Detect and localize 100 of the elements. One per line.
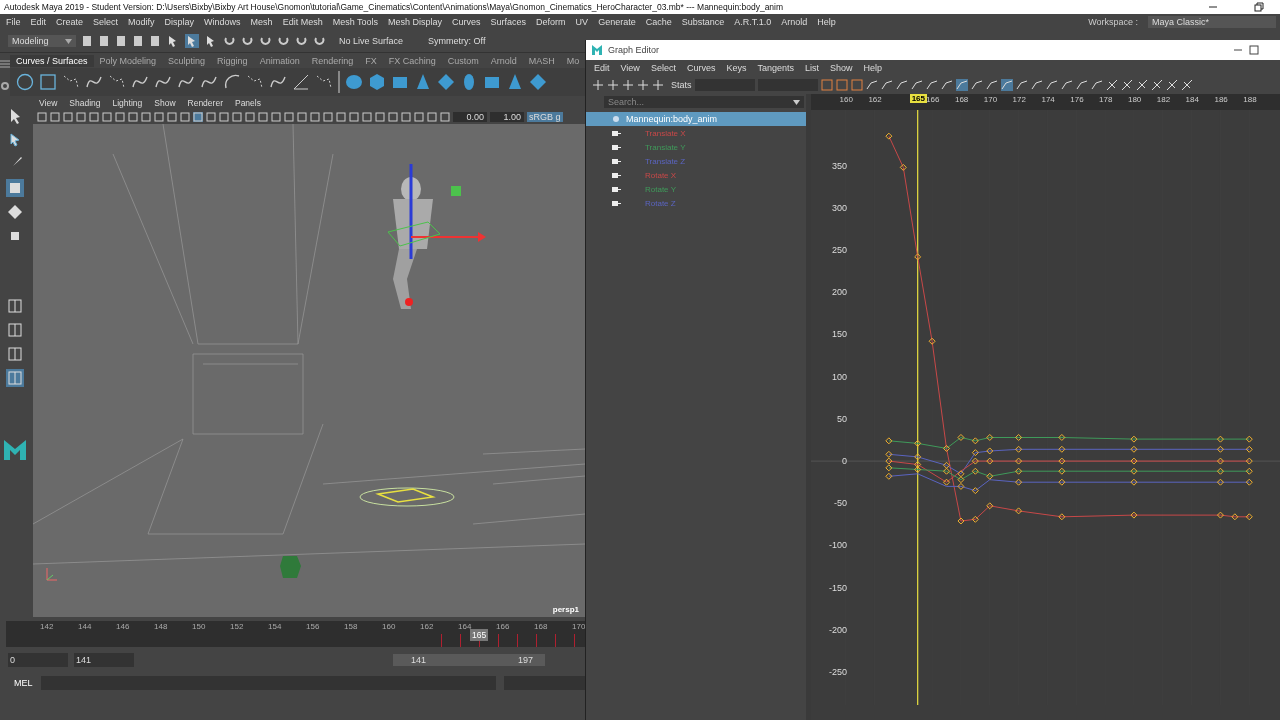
menu-item[interactable]: Curves — [686, 63, 716, 73]
tangent-icon[interactable] — [985, 79, 998, 91]
keyframe-point[interactable] — [971, 515, 979, 523]
menu-item[interactable]: Mesh Tools — [332, 17, 378, 27]
curve-option-icon[interactable] — [1180, 79, 1193, 91]
command-language-label[interactable]: MEL — [14, 678, 33, 688]
panel-tool-icon[interactable] — [193, 111, 203, 122]
graph-tool-icon[interactable] — [637, 79, 649, 91]
menu-item[interactable]: Create — [56, 17, 84, 27]
panel-tool-icon[interactable] — [115, 111, 125, 122]
keyframe-point[interactable] — [986, 447, 994, 455]
panel-tool-icon[interactable] — [141, 111, 151, 122]
panel-tool-icon[interactable] — [349, 111, 359, 122]
keyframe-point[interactable] — [885, 450, 893, 458]
shelf-tab[interactable]: Custom — [441, 54, 485, 67]
menu-item[interactable]: List — [804, 63, 819, 73]
keyframe-point[interactable] — [971, 449, 979, 457]
maximize-icon[interactable] — [1249, 45, 1259, 55]
live-surface-label[interactable]: No Live Surface — [339, 36, 404, 46]
start-frame-field[interactable]: 0 — [8, 653, 68, 667]
curve-option-icon[interactable] — [1105, 79, 1118, 91]
menu-item[interactable]: Surfaces — [490, 17, 527, 27]
keyframe-point[interactable] — [1130, 457, 1138, 465]
menu-item[interactable]: Keys — [726, 63, 747, 73]
tangent-icon[interactable] — [1090, 79, 1103, 91]
tangent-icon[interactable] — [955, 79, 968, 91]
keyframe-point[interactable] — [957, 433, 965, 441]
file-tool-icon[interactable] — [149, 35, 161, 47]
menu-item[interactable]: Mesh — [250, 17, 273, 27]
tangent-icon[interactable] — [1030, 79, 1043, 91]
keyframe-point[interactable] — [1058, 478, 1066, 486]
panel-menu-item[interactable]: Panels — [234, 98, 261, 108]
shelf-tab[interactable]: Curves / Surfaces — [10, 54, 94, 67]
graph-tool-icon[interactable] — [607, 79, 619, 91]
keyframe-point[interactable] — [1216, 467, 1224, 475]
keyframe-point[interactable] — [1130, 478, 1138, 486]
menu-item[interactable]: Display — [164, 17, 195, 27]
tangent-icon[interactable] — [940, 79, 953, 91]
keyframe-point[interactable] — [1058, 513, 1066, 521]
animation-curve[interactable] — [888, 448, 1250, 475]
panel-tool-icon[interactable] — [128, 111, 138, 122]
keyframe-point[interactable] — [1015, 478, 1023, 486]
dropdown-arrow-icon[interactable] — [793, 99, 800, 105]
keyframe-point[interactable] — [1058, 467, 1066, 475]
color-space-label[interactable]: sRGB g — [527, 111, 563, 122]
curve-tool-icon[interactable] — [223, 73, 241, 91]
panel-tool-icon[interactable] — [37, 111, 47, 122]
panel-tool-icon[interactable] — [206, 111, 216, 122]
file-tool-icon[interactable] — [115, 35, 127, 47]
curve-option-icon[interactable] — [1150, 79, 1163, 91]
primitive-icon[interactable] — [368, 73, 386, 91]
animation-curve[interactable] — [888, 460, 1250, 483]
shelf-tab[interactable]: Poly Modeling — [93, 54, 163, 67]
panel-tool-icon[interactable] — [89, 111, 99, 122]
mode-dropdown[interactable]: Modeling — [8, 35, 76, 47]
curve-tool-icon[interactable] — [39, 73, 57, 91]
curve-option-icon[interactable] — [1120, 79, 1133, 91]
tangent-icon[interactable] — [910, 79, 923, 91]
shelf-tab[interactable]: Mo — [560, 54, 586, 67]
file-tool-icon[interactable] — [81, 35, 93, 47]
move-tool-icon[interactable] — [6, 179, 24, 197]
keyframe-point[interactable] — [957, 517, 965, 525]
file-tool-icon[interactable] — [98, 35, 110, 47]
keyframe-point[interactable] — [986, 502, 994, 510]
menu-item[interactable]: File — [6, 17, 21, 27]
shelf-tab[interactable]: FX Caching — [382, 54, 442, 67]
graph-tool-icon[interactable] — [592, 79, 604, 91]
keyframe-point[interactable] — [943, 478, 950, 486]
panel-tool-icon[interactable] — [414, 111, 424, 122]
frame-view-icon[interactable] — [835, 79, 848, 91]
frame-range-bar[interactable]: 141 197 — [393, 654, 545, 666]
keyframe-point[interactable] — [914, 466, 922, 474]
panel-tool-icon[interactable] — [375, 111, 385, 122]
menu-item[interactable]: Curves — [452, 17, 481, 27]
caret-icon[interactable] — [65, 38, 72, 44]
frame-view-icon[interactable] — [820, 79, 833, 91]
menu-item[interactable]: Mesh Display — [388, 17, 443, 27]
symmetry-dropdown[interactable]: Symmetry: Off — [428, 36, 486, 46]
menu-item[interactable]: Edit Mesh — [282, 17, 323, 27]
menu-item[interactable]: Windows — [204, 17, 241, 27]
keyframe-point[interactable] — [971, 487, 979, 495]
keyframe-point[interactable] — [1216, 511, 1224, 519]
panel-tool-icon[interactable] — [427, 111, 437, 122]
menu-item[interactable]: Select — [93, 17, 119, 27]
keyframe-point[interactable] — [1015, 467, 1023, 475]
keyframe-point[interactable] — [986, 472, 994, 480]
menu-item[interactable]: A.R.T.1.0 — [734, 17, 772, 27]
menu-item[interactable]: Generate — [598, 17, 636, 27]
tangent-icon[interactable] — [970, 79, 983, 91]
menu-item[interactable]: Modify — [128, 17, 155, 27]
panel-menu-item[interactable]: Lighting — [112, 98, 143, 108]
panel-menu-item[interactable]: Renderer — [187, 98, 223, 108]
curve-tool-icon[interactable] — [292, 73, 310, 91]
current-frame-marker[interactable]: 165 — [470, 629, 489, 641]
restore-icon[interactable] — [1254, 2, 1264, 12]
keyframe-point[interactable] — [1015, 457, 1023, 465]
keyframe-point[interactable] — [986, 433, 994, 441]
menu-item[interactable]: Deform — [536, 17, 566, 27]
keyframe-point[interactable] — [971, 457, 979, 465]
panel-tool-icon[interactable] — [219, 111, 229, 122]
